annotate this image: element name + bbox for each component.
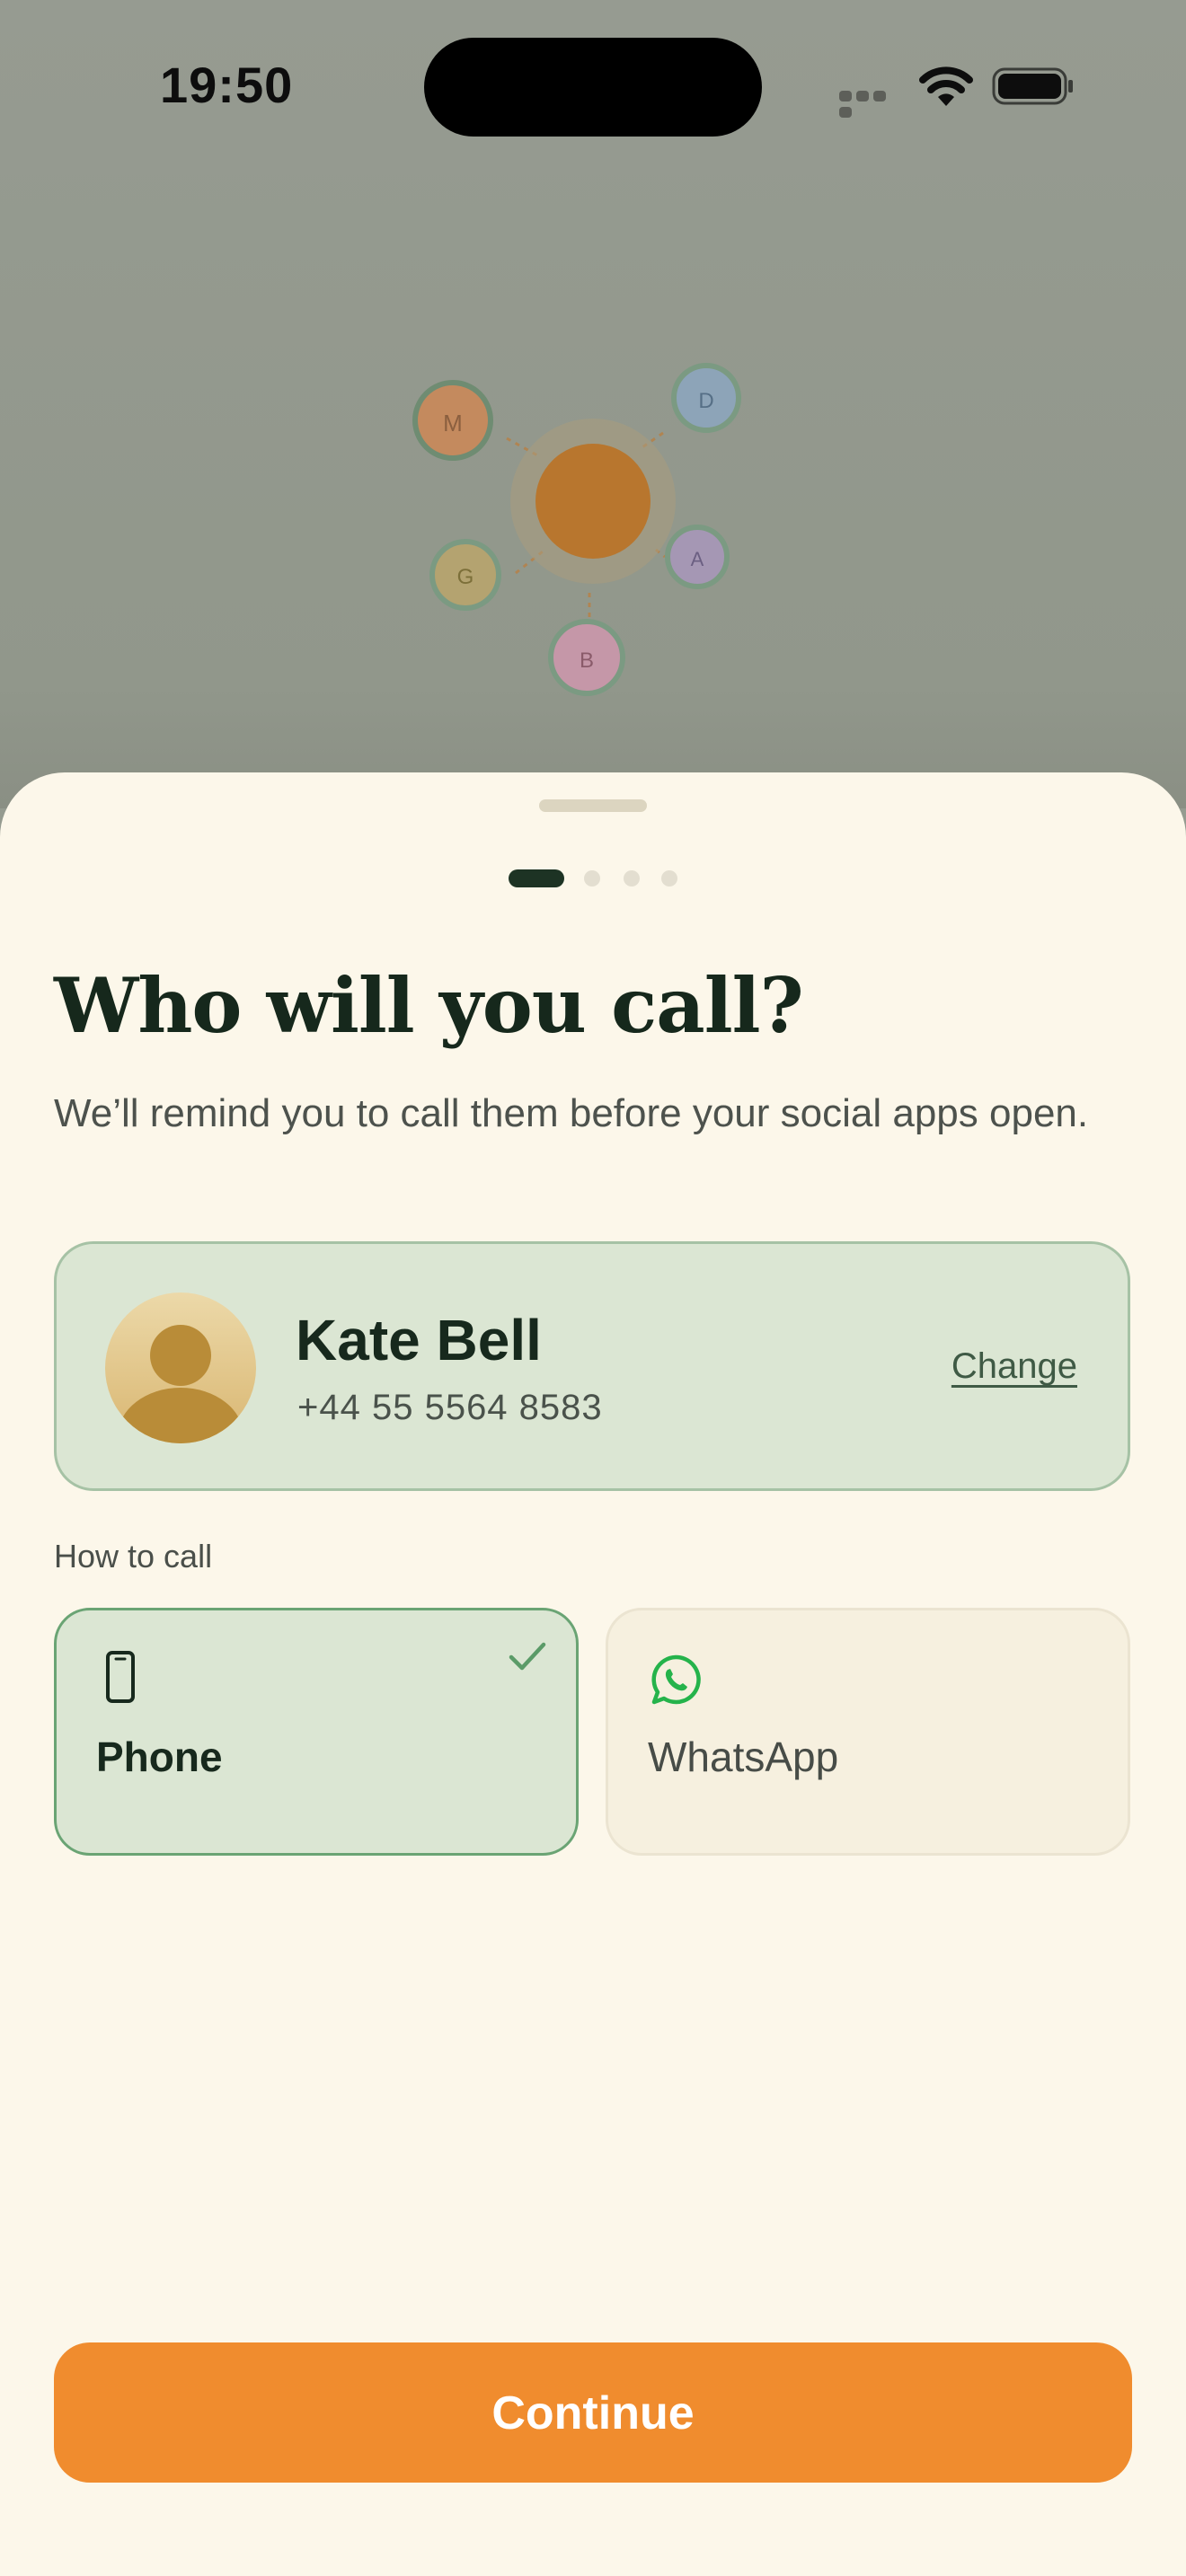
- selected-contact-card: Kate Bell +44 55 5564 8583 Change: [54, 1241, 1130, 1491]
- sheet-grabber[interactable]: [539, 799, 647, 812]
- network-node-m: M: [412, 380, 493, 461]
- wifi-icon: [919, 66, 973, 106]
- node-initial: D: [698, 389, 713, 413]
- node-initial: G: [457, 565, 474, 589]
- node-initial: A: [691, 548, 704, 570]
- network-node-a: A: [665, 525, 730, 589]
- page-title: Who will you call?: [54, 961, 804, 1050]
- center-node: [535, 444, 651, 559]
- status-time: 19:50: [160, 57, 294, 113]
- avatar: [105, 1292, 256, 1443]
- page-dot: [661, 870, 677, 887]
- contact-name: Kate Bell: [296, 1308, 542, 1372]
- change-contact-button[interactable]: Change: [951, 1346, 1077, 1387]
- network-node-d: D: [671, 363, 741, 433]
- how-to-call-label: How to call: [54, 1538, 213, 1575]
- cellular-signal-icon: [839, 90, 902, 118]
- battery-icon: [992, 67, 1073, 105]
- continue-button[interactable]: Continue: [54, 2342, 1132, 2483]
- checkmark-icon: [509, 1642, 546, 1671]
- network-node-b: B: [548, 619, 625, 696]
- call-option-phone[interactable]: Phone: [54, 1608, 579, 1856]
- onboarding-sheet: Who will you call? We’ll remind you to c…: [0, 772, 1186, 2576]
- network-node-g: G: [429, 539, 501, 611]
- page-dot-active: [509, 869, 564, 887]
- status-bar: 19:50: [0, 0, 1186, 171]
- page-dot: [584, 870, 600, 887]
- contact-phone: +44 55 5564 8583: [297, 1388, 603, 1427]
- node-initial: B: [580, 648, 594, 673]
- contact-network-illustration: M D G A B: [412, 363, 741, 696]
- node-initial: M: [443, 410, 463, 437]
- call-option-label: Phone: [96, 1734, 223, 1780]
- call-option-whatsapp[interactable]: WhatsApp: [606, 1608, 1130, 1856]
- whatsapp-icon: [651, 1654, 701, 1705]
- call-option-label: WhatsApp: [648, 1734, 839, 1780]
- person-icon: [118, 1325, 243, 1443]
- dynamic-island: [424, 38, 762, 137]
- page-subtitle: We’ll remind you to call them before you…: [54, 1091, 1089, 1135]
- page-dot: [624, 870, 640, 887]
- phone-icon: [106, 1651, 135, 1703]
